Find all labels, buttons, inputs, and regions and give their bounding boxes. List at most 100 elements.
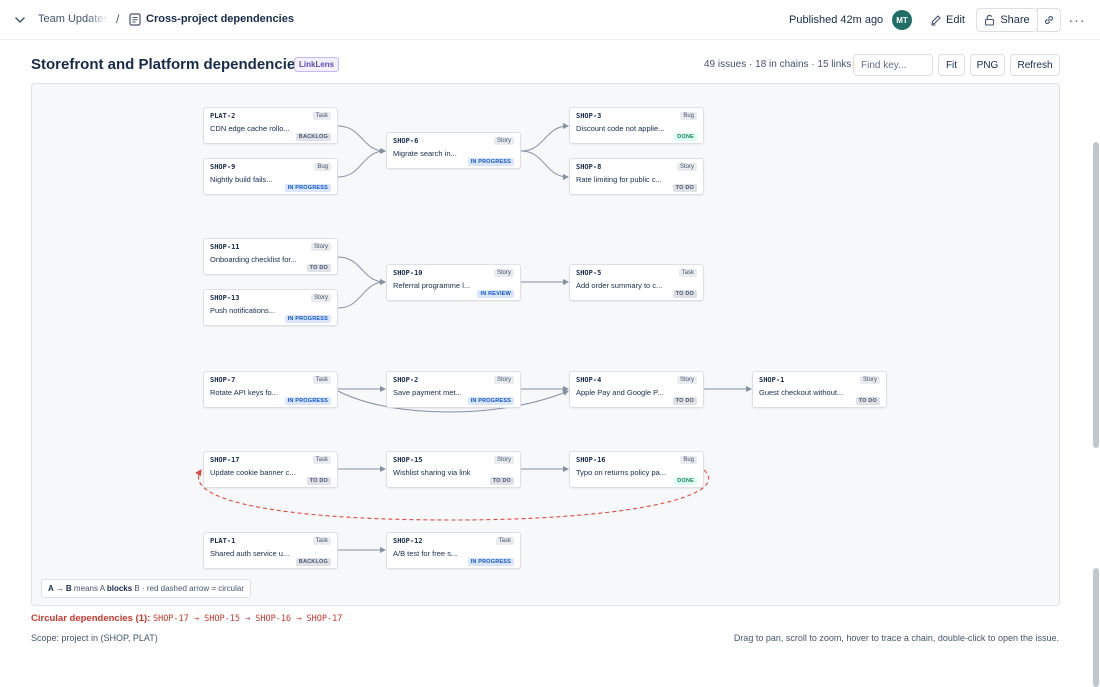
issue-node[interactable]: SHOP-11 Story Onboarding checklist for... T…	[203, 238, 338, 275]
issue-status-badge: TO DO	[672, 184, 697, 192]
issue-node[interactable]: SHOP-13 Story Push notifications... IN PROG…	[203, 289, 338, 326]
copy-link-button[interactable]	[1037, 8, 1061, 32]
issue-node[interactable]: SHOP-3 Bug Discount code not applie... DONE	[569, 107, 704, 144]
issue-key: SHOP-1	[759, 376, 785, 384]
issue-type-badge: Bug	[680, 456, 697, 464]
issue-key: PLAT-1	[210, 537, 236, 545]
issue-status-badge: IN PROGRESS	[284, 397, 331, 405]
issue-summary: Rotate API keys fo...	[210, 388, 278, 397]
issue-node[interactable]: SHOP-2 Story Save payment met... IN PROGRES…	[386, 371, 521, 408]
issue-status-badge: BACKLOG	[295, 133, 331, 141]
issue-type-badge: Task	[495, 537, 514, 545]
issue-status-badge: BACKLOG	[295, 558, 331, 566]
issue-key: SHOP-4	[576, 376, 602, 384]
scope-text: Scope: project in (SHOP, PLAT)	[31, 633, 158, 643]
avatar[interactable]: MT	[892, 10, 912, 30]
issue-node[interactable]: SHOP-15 Story Wishlist sharing via link TO …	[386, 451, 521, 488]
issue-summary: Migrate search in...	[393, 149, 457, 158]
breadcrumb-separator: /	[116, 12, 120, 26]
issue-status-badge: IN PROGRESS	[284, 315, 331, 323]
fit-button[interactable]: Fit	[938, 54, 965, 76]
issue-status-badge: IN PROGRESS	[467, 158, 514, 166]
issue-type-badge: Task	[312, 112, 331, 120]
issue-summary: CDN edge cache rollo...	[210, 124, 290, 133]
more-actions-button[interactable]: ···	[1068, 9, 1086, 31]
issue-node[interactable]: SHOP-8 Story Rate limiting for public c...…	[569, 158, 704, 195]
issue-type-badge: Bug	[314, 163, 331, 171]
issue-node[interactable]: SHOP-16 Bug Typo on returns policy pa... DO…	[569, 451, 704, 488]
issue-summary: Shared auth service u...	[210, 549, 290, 558]
issue-type-badge: Story	[310, 294, 331, 302]
issue-key: SHOP-12	[393, 537, 423, 545]
top-bar: Team Updates / Cross-project dependencie…	[0, 0, 1100, 40]
issue-node[interactable]: SHOP-1 Story Guest checkout without... TO D…	[752, 371, 887, 408]
issue-summary: Referral programme l...	[393, 281, 471, 290]
lock-icon	[985, 14, 995, 26]
issue-type-badge: Story	[493, 269, 514, 277]
issue-type-badge: Story	[493, 456, 514, 464]
issue-status-badge: IN PROGRESS	[467, 558, 514, 566]
find-key-input[interactable]	[853, 54, 933, 76]
issue-node[interactable]: SHOP-17 Task Update cookie banner c... TO D…	[203, 451, 338, 488]
legend-blocks: blocks	[106, 584, 133, 593]
issue-node[interactable]: SHOP-4 Story Apple Pay and Google P... TO D…	[569, 371, 704, 408]
edit-label: Edit	[946, 14, 965, 26]
page-icon	[129, 13, 141, 26]
edge-shop6-shop3[interactable]	[520, 123, 569, 152]
issue-node[interactable]: SHOP-6 Story Migrate search in... IN PROGRE…	[386, 132, 521, 169]
issue-node[interactable]: SHOP-5 Task Add order summary to c... TO DO	[569, 264, 704, 301]
breadcrumb-parent[interactable]: Team Updates	[38, 13, 108, 25]
issue-status-badge: TO DO	[672, 290, 697, 298]
issue-type-badge: Story	[493, 137, 514, 145]
issue-type-badge: Story	[676, 376, 697, 384]
edge-shop6-shop8[interactable]	[520, 150, 569, 180]
issue-key: SHOP-10	[393, 269, 423, 277]
issue-status-badge: TO DO	[489, 477, 514, 485]
graph-stats: 49 issues · 18 in chains · 15 links	[704, 59, 852, 70]
issue-type-badge: Story	[859, 376, 880, 384]
issue-summary: Save payment met...	[393, 388, 462, 397]
issue-node[interactable]: SHOP-7 Task Rotate API keys fo... IN PROGRE…	[203, 371, 338, 408]
issue-node[interactable]: PLAT-2 Task CDN edge cache rollo... BACKLOG	[203, 107, 338, 144]
link-icon	[1044, 15, 1054, 25]
issue-key: SHOP-3	[576, 112, 602, 120]
issue-summary: A/B test for free s...	[393, 549, 458, 558]
issue-type-badge: Task	[312, 456, 331, 464]
issue-node[interactable]: SHOP-10 Story Referral programme l... IN RE…	[386, 264, 521, 301]
circular-chain[interactable]: SHOP-17 → SHOP-15 → SHOP-16 → SHOP-17	[153, 614, 342, 624]
issue-key: SHOP-6	[393, 137, 419, 145]
share-button[interactable]: Share	[976, 8, 1038, 32]
edge-shop9-shop6[interactable]	[337, 148, 386, 178]
issue-summary: Onboarding checklist for...	[210, 255, 297, 264]
issue-node[interactable]: PLAT-1 Task Shared auth service u... BACKLO…	[203, 532, 338, 569]
export-png-button[interactable]: PNG	[970, 54, 1005, 76]
issue-type-badge: Task	[678, 269, 697, 277]
issue-node[interactable]: SHOP-12 Task A/B test for free s... IN PROG…	[386, 532, 521, 569]
issue-status-badge: TO DO	[306, 477, 331, 485]
issue-node[interactable]: SHOP-9 Bug Nightly build fails... IN PROGRE…	[203, 158, 338, 195]
circular-dependencies: Circular dependencies (1): SHOP-17 → SHO…	[31, 613, 342, 624]
issue-status-badge: TO DO	[855, 397, 880, 405]
edit-button[interactable]: Edit	[926, 9, 969, 31]
issue-key: SHOP-17	[210, 456, 240, 464]
issue-status-badge: IN PROGRESS	[284, 184, 331, 192]
refresh-button[interactable]: Refresh	[1010, 54, 1060, 76]
chevron-down-icon[interactable]	[12, 12, 28, 28]
breadcrumb-current: Cross-project dependencies	[146, 13, 294, 25]
issue-key: SHOP-2	[393, 376, 419, 384]
edge-plat2-shop6[interactable]	[337, 125, 386, 154]
issue-type-badge: Story	[310, 243, 331, 251]
issue-key: SHOP-15	[393, 456, 423, 464]
graph-legend: A → B means A blocks B · red dashed arro…	[41, 579, 252, 598]
edge-shop11-shop10[interactable]	[337, 256, 386, 285]
issue-summary: Guest checkout without...	[759, 388, 844, 397]
scrollbar-thumb[interactable]	[1093, 142, 1099, 448]
scrollbar-track-lower[interactable]	[1093, 568, 1099, 687]
pencil-icon	[931, 15, 941, 26]
issue-status-badge: DONE	[674, 133, 697, 141]
issue-summary: Push notifications...	[210, 306, 276, 315]
circular-label: Circular dependencies (1):	[31, 613, 151, 624]
edge-shop13-shop10[interactable]	[337, 279, 386, 309]
dependency-graph-canvas[interactable]: PLAT-2 Task CDN edge cache rollo... BACKLOG…	[31, 83, 1060, 606]
issue-key: PLAT-2	[210, 112, 236, 120]
